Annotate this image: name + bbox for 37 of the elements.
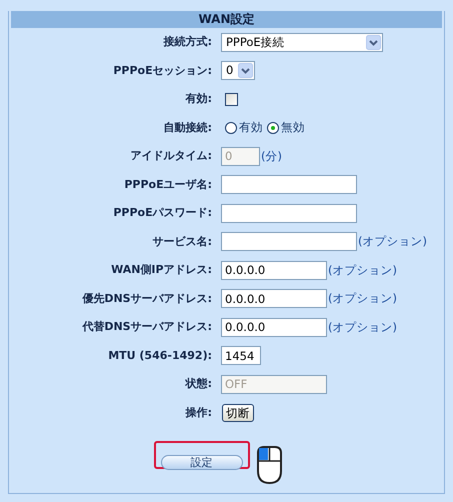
radio-button[interactable] — [267, 122, 279, 134]
input-field[interactable] — [221, 175, 357, 194]
hint-text: (分) — [261, 148, 282, 165]
field-label: サービス名: — [152, 234, 213, 250]
input-field[interactable]: 0.0.0.0 — [221, 260, 327, 280]
input-field[interactable]: 0.0.0.0 — [221, 318, 327, 337]
hint-text: (オプション) — [328, 318, 397, 336]
panel-title: WAN設定 — [11, 11, 442, 28]
input-field[interactable]: 0.0.0.0 — [221, 289, 327, 308]
dropdown[interactable]: 0 — [221, 61, 255, 80]
field-label: WAN側IPアドレス: — [110, 262, 213, 278]
field-label: 代替DNSサーバアドレス: — [81, 319, 213, 335]
field-label: PPPoEユーザ名: — [123, 176, 213, 192]
field-label: PPPoEセッション: — [112, 62, 213, 78]
input-field[interactable] — [221, 232, 357, 252]
submit-button[interactable]: 設定 — [160, 455, 242, 470]
field-label: 操作: — [184, 404, 213, 420]
field-label: 自動接続: — [162, 120, 213, 136]
input-field[interactable]: 1454 — [221, 346, 261, 366]
field-label: PPPoEパスワード: — [112, 205, 213, 221]
mouse-icon — [256, 445, 282, 485]
field-label: MTU (546-1492): — [107, 348, 213, 364]
field-label: 状態: — [184, 376, 213, 392]
hint-text: (オプション) — [358, 233, 427, 250]
radio-label: 有効 — [239, 119, 263, 136]
field-label: 優先DNSサーバアドレス: — [81, 290, 213, 306]
dropdown[interactable]: PPPoE接続 — [221, 32, 383, 52]
field-label: 接続方式: — [162, 34, 213, 50]
field-label: 有効: — [184, 91, 213, 107]
hint-text: (オプション) — [328, 290, 397, 308]
field-label: アイドルタイム: — [130, 148, 213, 164]
input-field[interactable] — [221, 204, 357, 223]
radio-label: 無効 — [281, 119, 305, 136]
disconnect-button[interactable]: 切断 — [222, 404, 254, 422]
radio-button[interactable] — [225, 122, 237, 134]
checkbox[interactable] — [225, 92, 238, 106]
hint-text: (オプション) — [328, 262, 397, 279]
